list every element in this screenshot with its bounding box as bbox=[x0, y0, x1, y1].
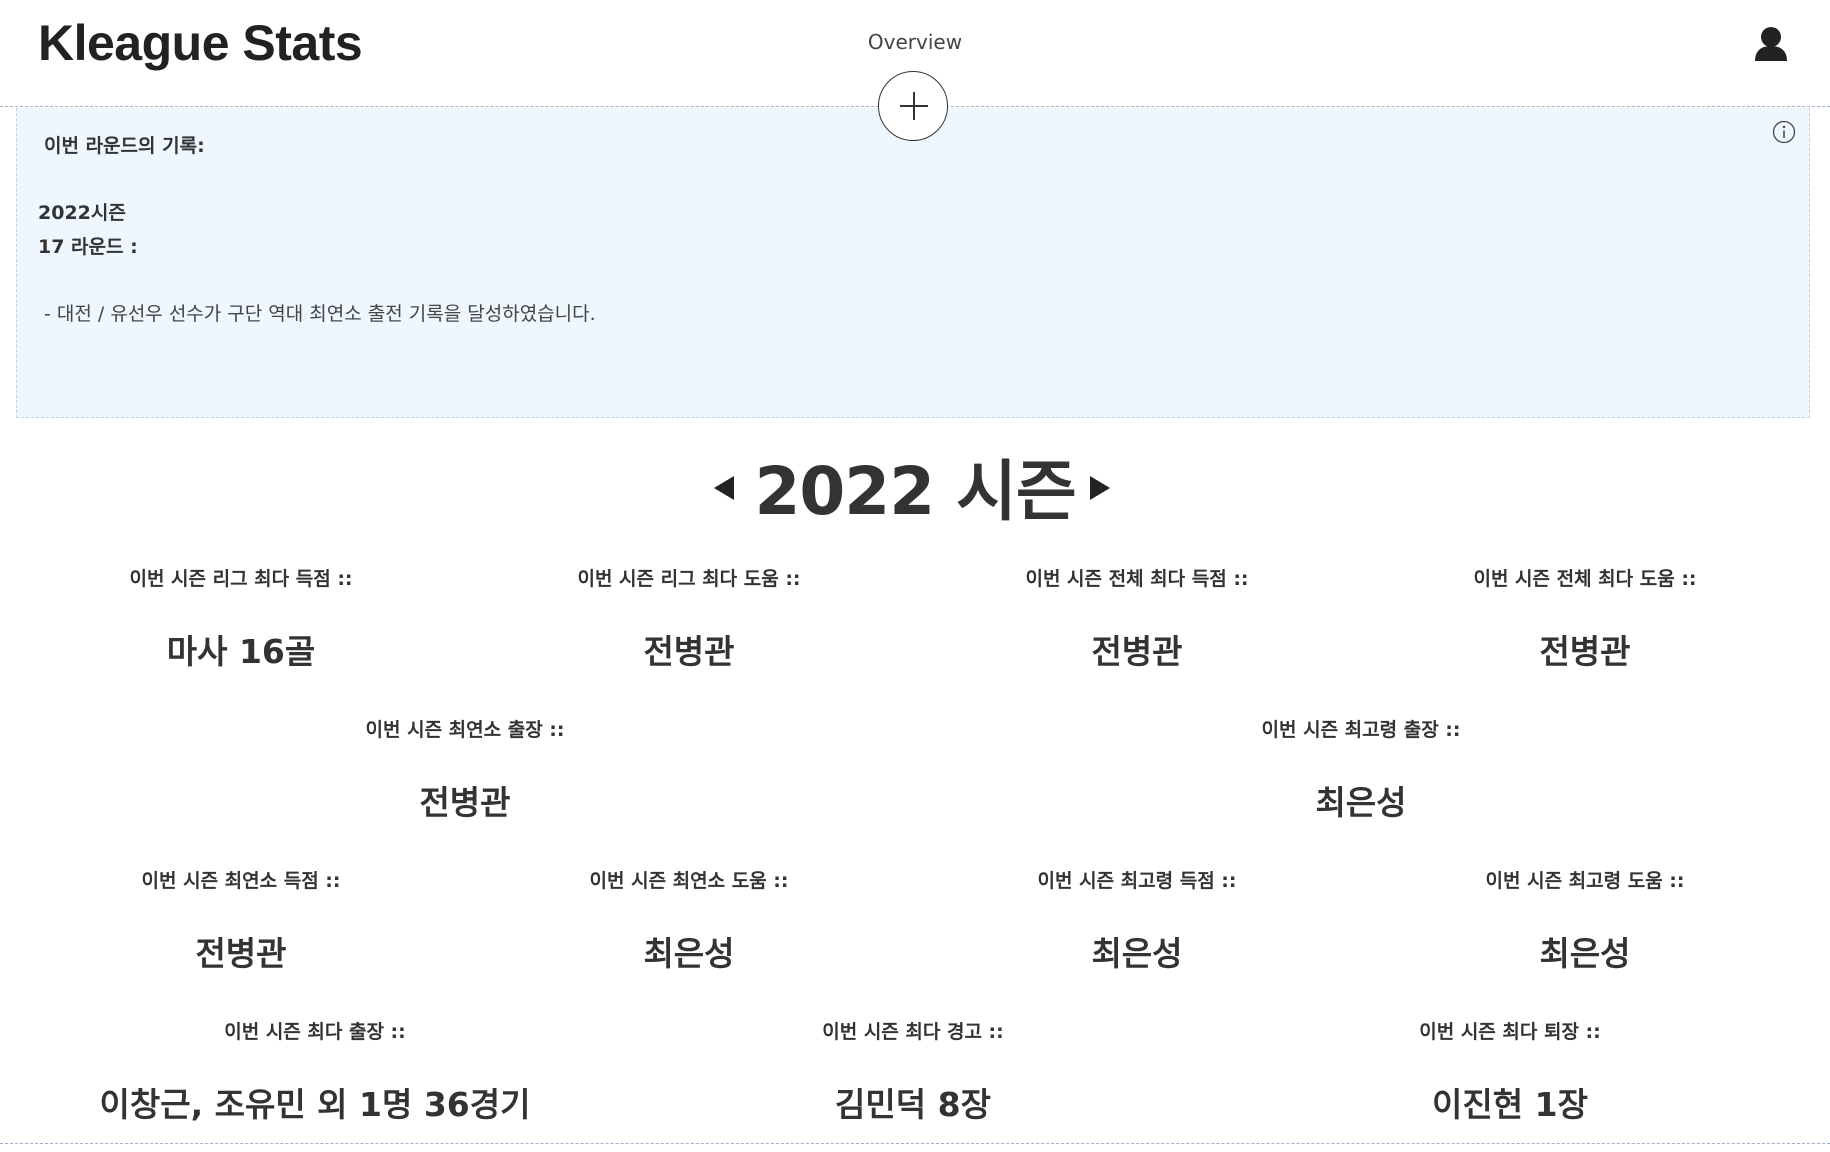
plus-icon bbox=[900, 92, 928, 120]
stat-label: 이번 시즌 최다 퇴장 :: bbox=[1419, 1021, 1601, 1043]
stat-label: 이번 시즌 전체 최다 득점 :: bbox=[1025, 568, 1249, 590]
stat-value: 최은성 bbox=[1539, 934, 1631, 973]
stat-total-top-scorer: 이번 시즌 전체 최다 득점 :: 전병관 bbox=[1025, 564, 1248, 673]
round-record-season: 2022시즌 bbox=[38, 202, 126, 224]
stat-oldest-assist: 이번 시즌 최고령 도움 :: 최은성 bbox=[1486, 866, 1685, 975]
round-record-item: - 대전 / 유선우 선수가 구단 역대 최연소 출전 기록을 달성하였습니다. bbox=[44, 303, 596, 325]
stat-youngest-scorer: 이번 시즌 최연소 득점 :: 전병관 bbox=[142, 866, 341, 975]
stat-league-top-assist: 이번 시즌 리그 최다 도움 :: 전병관 bbox=[577, 564, 800, 673]
triangle-right-icon bbox=[1090, 476, 1110, 500]
stat-value: 전병관 bbox=[643, 632, 735, 671]
previous-season-button[interactable] bbox=[712, 474, 736, 502]
stat-label: 이번 시즌 전체 최다 도움 :: bbox=[1473, 568, 1697, 590]
stat-value: 이진현 1장 bbox=[1432, 1085, 1588, 1124]
stat-label: 이번 시즌 최다 경고 :: bbox=[822, 1021, 1004, 1043]
info-icon[interactable] bbox=[1772, 120, 1796, 144]
stat-value: 전병관 bbox=[1091, 632, 1183, 671]
stat-oldest-appearance: 이번 시즌 최고령 출장 :: 최은성 bbox=[1262, 715, 1461, 824]
stat-label: 이번 시즌 최연소 출장 :: bbox=[365, 719, 565, 741]
stat-most-warnings: 이번 시즌 최다 경고 :: 김민덕 8장 bbox=[822, 1017, 1004, 1126]
stat-youngest-appearance: 이번 시즌 최연소 출장 :: 전병관 bbox=[366, 715, 565, 824]
stat-label: 이번 시즌 최연소 득점 :: bbox=[141, 870, 341, 892]
triangle-left-icon bbox=[714, 476, 734, 500]
site-logo[interactable]: Kleague Stats bbox=[38, 14, 363, 72]
stat-oldest-scorer: 이번 시즌 최고령 득점 :: 최은성 bbox=[1038, 866, 1237, 975]
stat-most-appearances: 이번 시즌 최다 출장 :: 이창근, 조유민 외 1명 36경기 bbox=[100, 1017, 531, 1126]
season-title-wrapper: 2022 시즌 bbox=[0, 438, 1830, 534]
stat-value: 전병관 bbox=[195, 934, 287, 973]
page: Kleague Stats Overview 이번 라운드의 기록: 2022시… bbox=[0, 0, 1830, 1152]
stat-value: 최은성 bbox=[1091, 934, 1183, 973]
stat-league-top-scorer: 이번 시즌 리그 최다 득점 :: 마사 16골 bbox=[129, 564, 352, 673]
next-season-button[interactable] bbox=[1088, 474, 1112, 502]
stat-label: 이번 시즌 최고령 출장 :: bbox=[1261, 719, 1461, 741]
stat-value: 최은성 bbox=[1315, 783, 1407, 822]
round-record-round: 17 라운드 : bbox=[38, 236, 138, 258]
stat-label: 이번 시즌 최고령 도움 :: bbox=[1485, 870, 1685, 892]
bottom-divider bbox=[0, 1143, 1830, 1144]
stat-label: 이번 시즌 리그 최다 득점 :: bbox=[129, 568, 353, 590]
stat-label: 이번 시즌 최다 출장 :: bbox=[224, 1021, 406, 1043]
stat-value: 전병관 bbox=[419, 783, 511, 822]
stat-value: 최은성 bbox=[643, 934, 735, 973]
stat-youngest-assist: 이번 시즌 최연소 도움 :: 최은성 bbox=[590, 866, 789, 975]
stat-value: 이창근, 조유민 외 1명 36경기 bbox=[99, 1085, 531, 1124]
stat-label: 이번 시즌 리그 최다 도움 :: bbox=[577, 568, 801, 590]
user-icon[interactable] bbox=[1754, 26, 1788, 62]
nav-overview-link[interactable]: Overview bbox=[868, 30, 962, 54]
round-record-panel bbox=[16, 108, 1810, 418]
round-record-heading: 이번 라운드의 기록: bbox=[44, 135, 205, 157]
stat-value: 마사 16골 bbox=[166, 632, 316, 671]
stat-most-sendoffs: 이번 시즌 최다 퇴장 :: 이진현 1장 bbox=[1419, 1017, 1601, 1126]
stat-label: 이번 시즌 최연소 도움 :: bbox=[589, 870, 789, 892]
stat-value: 김민덕 8장 bbox=[835, 1085, 991, 1124]
stat-label: 이번 시즌 최고령 득점 :: bbox=[1037, 870, 1237, 892]
add-button[interactable] bbox=[878, 71, 948, 141]
stat-total-top-assist: 이번 시즌 전체 최다 도움 :: 전병관 bbox=[1473, 564, 1696, 673]
stat-value: 전병관 bbox=[1539, 632, 1631, 671]
season-title: 2022 시즌 bbox=[754, 453, 1076, 530]
